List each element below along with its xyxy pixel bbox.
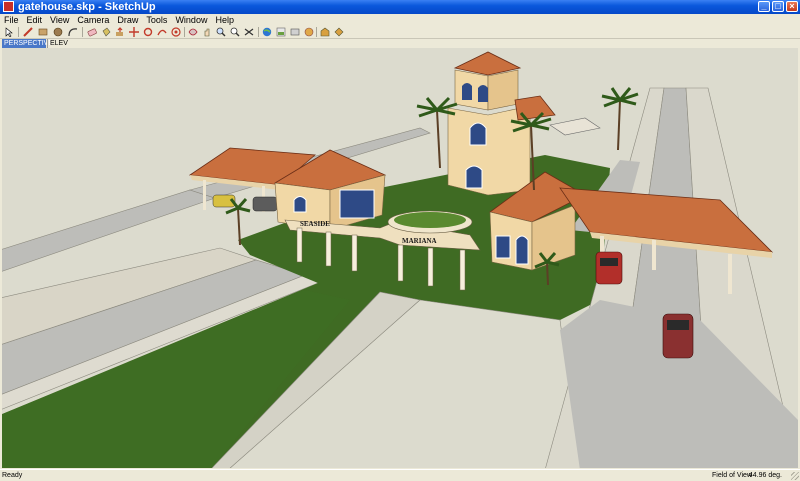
status-bar: Ready Field of View 44.96 deg.: [0, 469, 800, 481]
sign-seaside: SEASIDE: [300, 220, 330, 228]
maximize-button[interactable]: □: [772, 1, 784, 12]
eraser-icon[interactable]: [87, 27, 97, 37]
photo-icon[interactable]: [290, 27, 300, 37]
tab-perspective-1[interactable]: PERSPECTIVE 1: [2, 39, 53, 56]
pencil-icon[interactable]: [23, 27, 33, 37]
sign-mariana: MARIANA: [402, 237, 437, 245]
scene-tabs: PERSPECTIVE 1 ELEV: [0, 39, 800, 56]
menu-view[interactable]: View: [46, 14, 73, 26]
follow-me-icon[interactable]: [157, 27, 167, 37]
previous-view-icon[interactable]: [244, 27, 254, 37]
menu-edit[interactable]: Edit: [23, 14, 47, 26]
menu-camera[interactable]: Camera: [73, 14, 113, 26]
close-button[interactable]: ×: [786, 1, 798, 12]
tab-elev[interactable]: ELEV: [47, 39, 68, 48]
component-icon[interactable]: [304, 27, 314, 37]
push-pull-icon[interactable]: [115, 27, 125, 37]
sketchup-app-icon[interactable]: [3, 1, 14, 12]
zoom-icon[interactable]: [216, 27, 226, 37]
circle-icon[interactable]: [53, 27, 63, 37]
google-earth-icon[interactable]: [262, 27, 272, 37]
move-icon[interactable]: [129, 27, 139, 37]
model-viewport[interactable]: SEASIDE MARIANA: [2, 48, 798, 468]
3d-warehouse-icon[interactable]: [320, 27, 330, 37]
model-scene: SEASIDE MARIANA: [2, 48, 798, 468]
window-title: gatehouse.skp - SketchUp: [18, 1, 156, 13]
status-message: Ready: [2, 472, 23, 479]
measurement-input[interactable]: 44.96 deg.: [746, 471, 782, 480]
zoom-extents-icon[interactable]: [230, 27, 240, 37]
minimize-button[interactable]: _: [758, 1, 770, 12]
texture-icon[interactable]: [276, 27, 286, 37]
title-bar: gatehouse.skp - SketchUp _ □ ×: [0, 0, 800, 14]
menu-draw[interactable]: Draw: [113, 14, 142, 26]
share-model-icon[interactable]: [334, 27, 344, 37]
menu-help[interactable]: Help: [211, 14, 238, 26]
menu-window[interactable]: Window: [171, 14, 211, 26]
main-toolbar: [0, 26, 800, 39]
select-icon[interactable]: [4, 27, 14, 38]
resize-grip[interactable]: [791, 472, 799, 480]
arc-icon[interactable]: [68, 27, 78, 37]
paint-bucket-icon[interactable]: [101, 27, 111, 37]
rotate-icon[interactable]: [143, 27, 153, 37]
menu-bar: File Edit View Camera Draw Tools Window Help: [0, 14, 800, 26]
orbit-view-icon[interactable]: [188, 27, 198, 37]
rectangle-icon[interactable]: [38, 27, 48, 37]
pan-icon[interactable]: [202, 27, 212, 37]
menu-file[interactable]: File: [0, 14, 23, 26]
menu-tools[interactable]: Tools: [142, 14, 171, 26]
orbit-icon[interactable]: [171, 27, 181, 37]
